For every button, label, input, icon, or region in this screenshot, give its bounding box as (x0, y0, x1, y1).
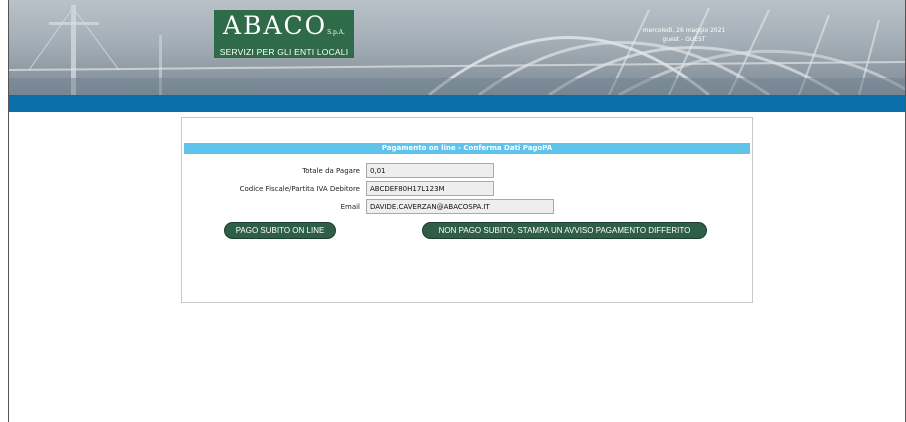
pay-later-button[interactable]: NON PAGO SUBITO, STAMPA UN AVVISO PAGAME… (422, 222, 707, 239)
abaco-logo: ABACOS.p.A. SERVIZI PER GLI ENTI LOCALI (214, 10, 354, 58)
panel-title: Pagamento on line - Conferma Dati PagoPA (184, 143, 750, 154)
header-strip (9, 95, 905, 112)
totale-field[interactable] (366, 163, 494, 178)
current-user: guest - GUEST (662, 36, 706, 43)
codice-fiscale-label: Codice Fiscale/Partita IVA Debitore (239, 185, 360, 193)
page-frame: ABACOS.p.A. SERVIZI PER GLI ENTI LOCALI … (8, 0, 906, 422)
email-field[interactable] (366, 199, 554, 214)
logo-title: ABACOS.p.A. (223, 11, 345, 40)
logo-subtitle: SERVIZI PER GLI ENTI LOCALI (219, 47, 349, 57)
current-date: mercoledì, 26 maggio 2021 (642, 27, 726, 34)
header-user-info: mercoledì, 26 maggio 2021 guest - GUEST (609, 26, 759, 44)
logo-spa-suffix: S.p.A. (327, 29, 345, 36)
field-row-codice-fiscale: Codice Fiscale/Partita IVA Debitore (182, 181, 752, 197)
payment-confirmation-panel: Pagamento on line - Conferma Dati PagoPA… (181, 117, 753, 303)
pay-now-button[interactable]: PAGO SUBITO ON LINE (224, 222, 336, 239)
field-row-email: Email (182, 199, 752, 215)
banner-background-image (9, 5, 905, 95)
totale-label: Totale da Pagare (302, 167, 360, 175)
field-row-totale: Totale da Pagare (182, 163, 752, 179)
codice-fiscale-field[interactable] (366, 181, 494, 196)
email-label: Email (340, 203, 360, 211)
header-banner: ABACOS.p.A. SERVIZI PER GLI ENTI LOCALI … (9, 0, 905, 95)
